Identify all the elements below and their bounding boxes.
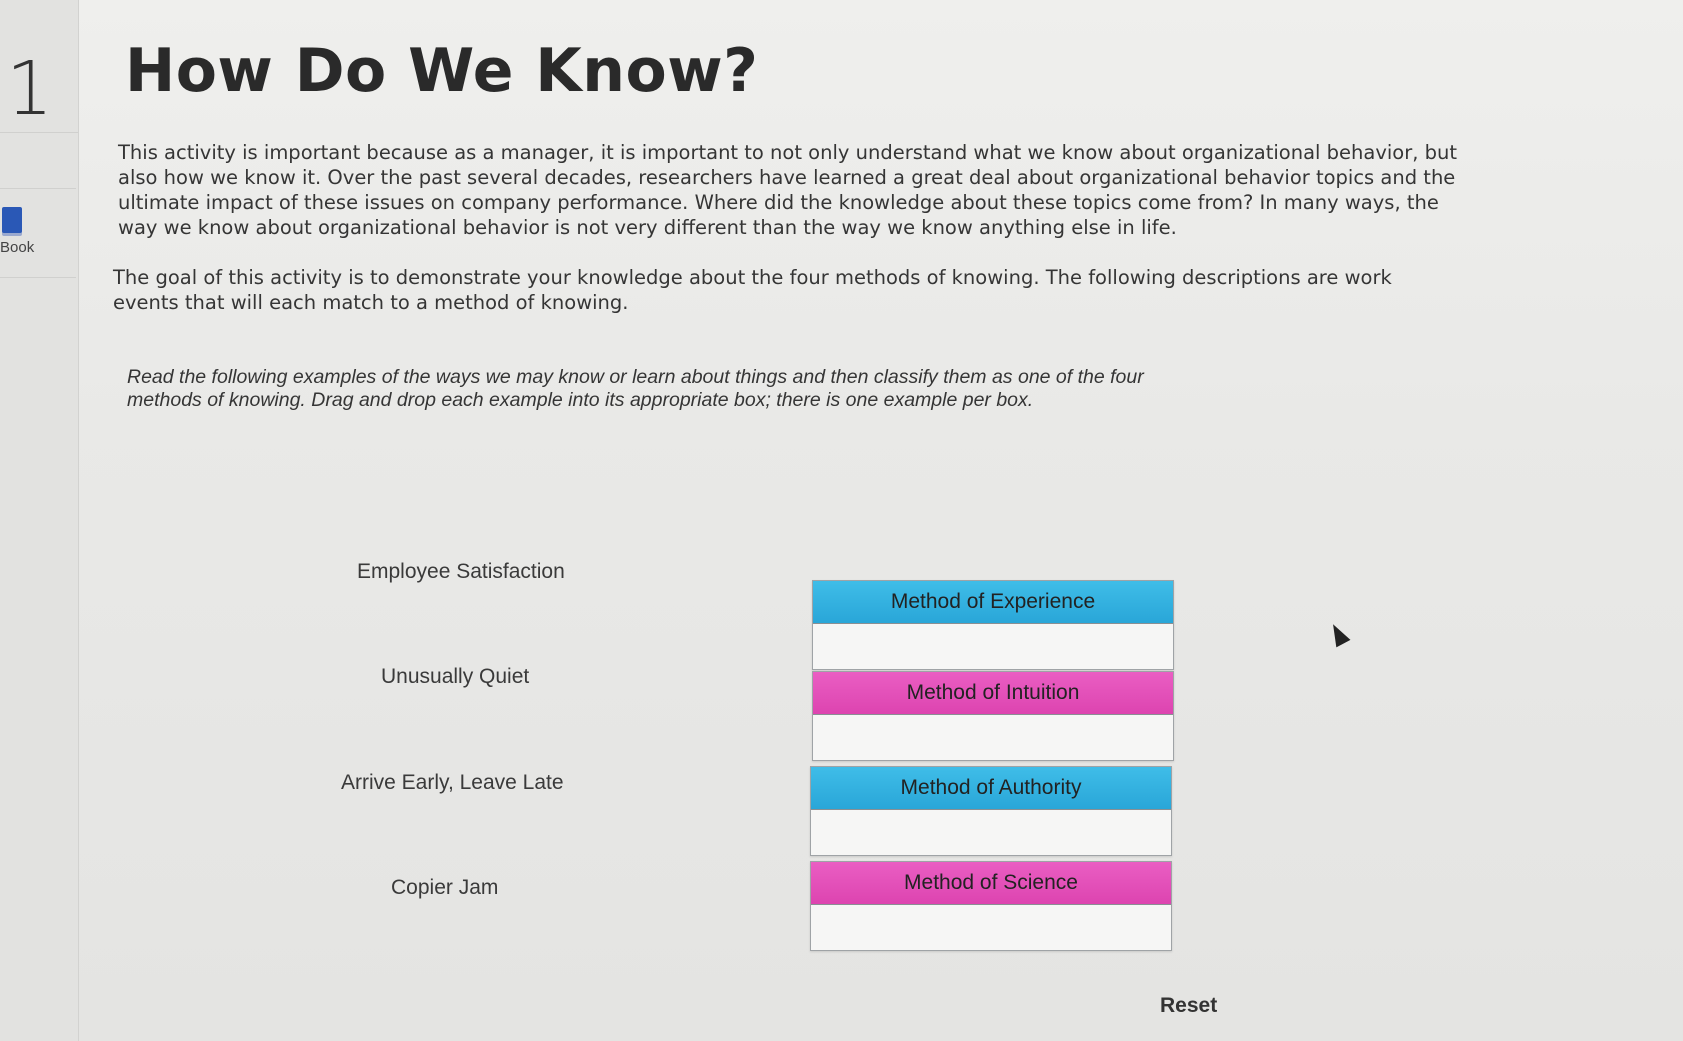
- book-icon: [2, 207, 22, 233]
- target-header-science: Method of Science: [811, 862, 1171, 905]
- page-title: How Do We Know?: [125, 36, 759, 106]
- drop-zone-science[interactable]: [811, 905, 1171, 950]
- target-box-authority: Method of Authority: [810, 766, 1172, 856]
- question-number: 1: [6, 46, 54, 132]
- activity-page: 1 Book How Do We Know? This activity is …: [0, 0, 1683, 1041]
- target-box-intuition: Method of Intuition: [812, 671, 1174, 761]
- target-header-experience: Method of Experience: [813, 581, 1173, 624]
- instructions-paragraph: Read the following examples of the ways …: [127, 366, 1144, 411]
- draggable-example-arrive-early-leave-late[interactable]: Arrive Early, Leave Late: [333, 767, 572, 799]
- ebook-label: Book: [0, 239, 35, 256]
- draggable-example-copier-jam[interactable]: Copier Jam: [383, 872, 506, 904]
- draggable-example-unusually-quiet[interactable]: Unusually Quiet: [373, 661, 537, 693]
- goal-paragraph: The goal of this activity is to demonstr…: [113, 266, 1392, 314]
- reset-button[interactable]: Reset: [1150, 990, 1227, 1022]
- left-rail: 1 Book: [0, 0, 79, 1041]
- intro-paragraph: This activity is important because as a …: [118, 141, 1458, 239]
- drop-zone-authority[interactable]: [811, 810, 1171, 855]
- target-box-science: Method of Science: [810, 861, 1172, 951]
- drop-zone-experience[interactable]: [813, 624, 1173, 669]
- mouse-cursor-icon: [1326, 620, 1351, 648]
- target-header-authority: Method of Authority: [811, 767, 1171, 810]
- question-number-box: 1: [0, 22, 78, 133]
- target-header-intuition: Method of Intuition: [813, 672, 1173, 715]
- draggable-example-employee-satisfaction[interactable]: Employee Satisfaction: [349, 556, 573, 588]
- target-box-experience: Method of Experience: [812, 580, 1174, 670]
- ebook-button[interactable]: Book: [0, 188, 76, 278]
- drop-zone-intuition[interactable]: [813, 715, 1173, 760]
